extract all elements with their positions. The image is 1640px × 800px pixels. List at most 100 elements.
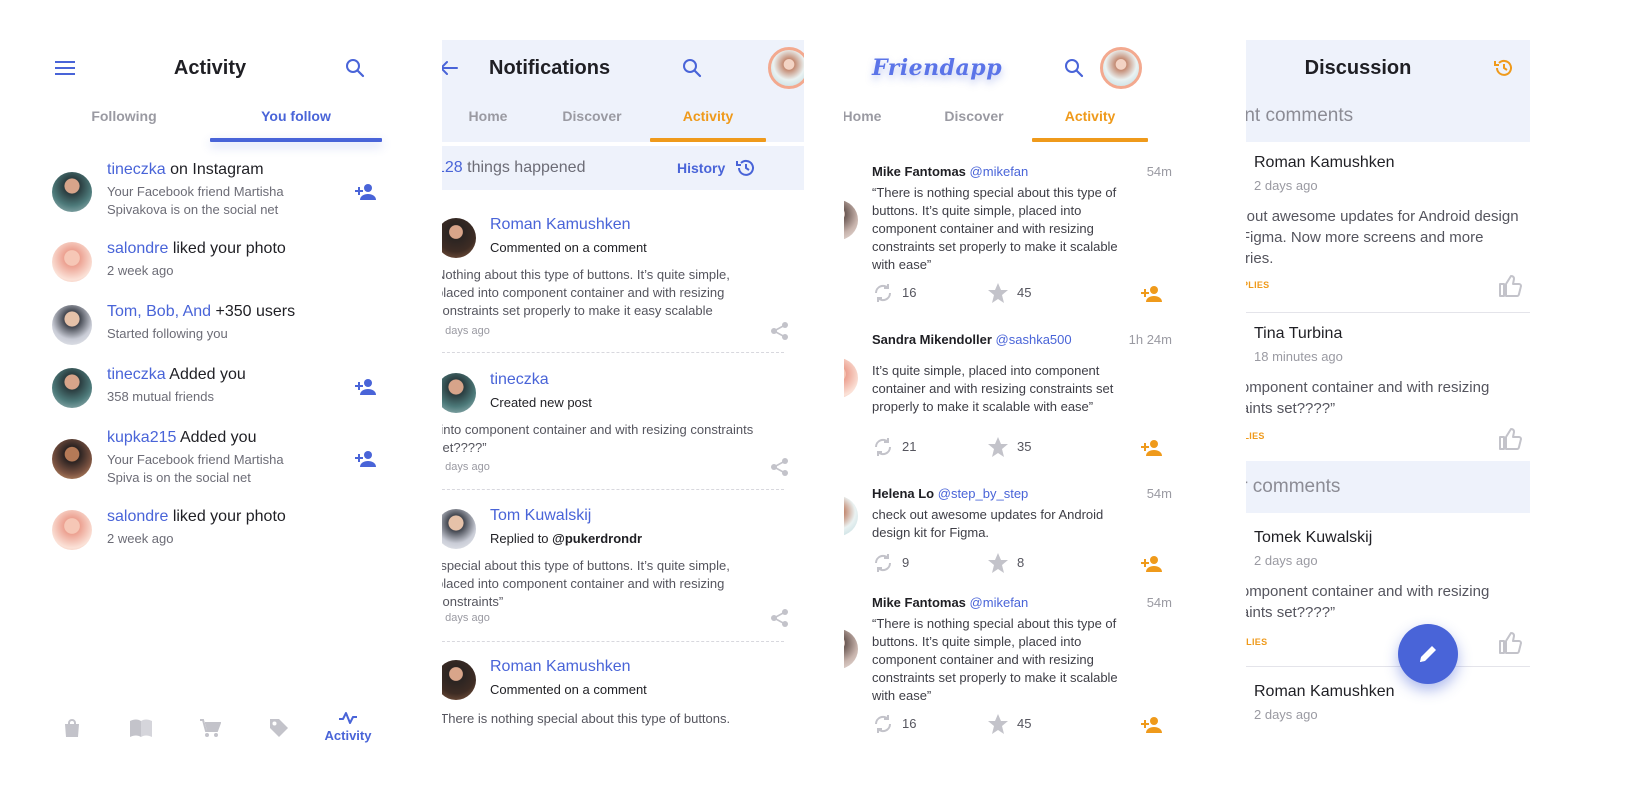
user-name[interactable]: salondre: [107, 508, 168, 525]
list-item[interactable]: tineczka on Instagram Your Facebook frie…: [52, 160, 390, 217]
author-name[interactable]: Helena Lo: [872, 486, 934, 501]
user-name[interactable]: Roman Kamushken: [490, 658, 631, 676]
author-name[interactable]: Mike Fantomas: [872, 595, 966, 610]
repost-count: 21: [902, 439, 917, 454]
star-icon[interactable]: [987, 552, 1009, 574]
tab-following[interactable]: Following: [40, 96, 208, 142]
profile-avatar[interactable]: [768, 47, 804, 89]
commenter-name[interactable]: Roman Kamushken: [1254, 683, 1395, 701]
user-name[interactable]: tineczka: [107, 366, 166, 383]
thumbs-up-icon[interactable]: [1498, 274, 1522, 298]
list-item[interactable]: kupka215 Added you Your Facebook friend …: [52, 428, 390, 485]
repost-icon[interactable]: [872, 282, 894, 304]
feed-post[interactable]: Sandra Mikendoller @sashka500 1h 24m It’…: [844, 332, 1172, 468]
author-handle[interactable]: @mikefan: [970, 164, 1029, 179]
notification-card[interactable]: Roman Kamushken Commented on a comment “…: [442, 642, 784, 768]
search-icon[interactable]: [1062, 56, 1086, 80]
tab-activity[interactable]: Activity: [650, 96, 766, 142]
notification-card[interactable]: tineczka Created new post “into componen…: [442, 353, 788, 490]
add-user-icon[interactable]: [354, 447, 378, 471]
page-title: Notifications: [489, 57, 611, 79]
replies-count[interactable]: ● 117 REPLIES: [1246, 637, 1267, 647]
activity-subtext: 358 mutual friends: [107, 389, 214, 404]
comment-card[interactable]: Roman Kamushken 2 days ago Check out awe…: [1246, 142, 1530, 313]
star-icon[interactable]: [987, 436, 1009, 458]
feed-post[interactable]: Mike Fantomas @mikefan 54m “There is not…: [844, 164, 1172, 310]
list-item[interactable]: salondre liked your photo 2 week ago: [52, 239, 390, 283]
author-handle[interactable]: @mikefan: [970, 595, 1029, 610]
star-icon[interactable]: [987, 713, 1009, 735]
replies-count[interactable]: ⊙ 96 REPLIES: [1246, 431, 1265, 442]
post-actions: 9 8: [872, 552, 1162, 576]
back-arrow-icon[interactable]: [442, 56, 460, 80]
avatar: [52, 242, 92, 282]
author-handle[interactable]: @step_by_step: [938, 486, 1029, 501]
app-bar: Activity: [40, 40, 402, 96]
section-header-other: Other comments: [1246, 461, 1530, 513]
tab-discover[interactable]: Discover: [534, 96, 650, 142]
user-name[interactable]: tineczka: [107, 161, 166, 178]
repost-icon[interactable]: [872, 436, 894, 458]
notification-card[interactable]: Roman Kamushken Commented on a comment N…: [442, 190, 788, 353]
list-item[interactable]: Tom, Bob, And +350 users Started followi…: [52, 302, 390, 346]
commenter-name[interactable]: Roman Kamushken: [1254, 154, 1395, 172]
search-icon[interactable]: [343, 56, 367, 80]
comment-time: 2 days ago: [1254, 707, 1318, 722]
add-user-icon[interactable]: [1140, 713, 1164, 737]
thumbs-up-icon[interactable]: [1498, 631, 1522, 655]
author-handle[interactable]: @sashka500: [996, 332, 1072, 347]
list-item[interactable]: salondre liked your photo 2 week ago: [52, 507, 390, 551]
tab-home[interactable]: Home: [442, 96, 534, 142]
star-icon[interactable]: [987, 282, 1009, 304]
user-name[interactable]: tineczka: [490, 371, 549, 389]
history-link[interactable]: History: [677, 146, 725, 190]
notification-action: Created new post: [490, 395, 592, 410]
repost-icon[interactable]: [872, 713, 894, 735]
history-icon[interactable]: [1492, 56, 1516, 80]
list-item[interactable]: tineczka Added you 358 mutual friends: [52, 365, 390, 409]
tab-you-follow[interactable]: You follow: [210, 96, 382, 142]
share-icon[interactable]: [770, 608, 790, 628]
replies-count[interactable]: ⊙ 117 REPLIES: [1246, 280, 1270, 291]
comment-card[interactable]: Tomek Kuwalskij 2 days ago “into compone…: [1246, 513, 1530, 667]
comment-card[interactable]: Roman Kamushken 2 days ago: [1246, 667, 1530, 768]
thumbs-up-icon[interactable]: [1498, 427, 1522, 451]
add-user-icon[interactable]: [354, 180, 378, 204]
nav-activity[interactable]: Activity: [324, 710, 372, 760]
user-name[interactable]: Roman Kamushken: [490, 216, 631, 234]
nav-shop[interactable]: [48, 710, 96, 760]
add-user-icon[interactable]: [1140, 552, 1164, 576]
app-bar: Discussion: [1246, 40, 1530, 96]
add-user-icon[interactable]: [1140, 282, 1164, 306]
share-icon[interactable]: [770, 457, 790, 477]
search-icon[interactable]: [680, 56, 704, 80]
nav-tags[interactable]: [255, 710, 303, 760]
add-user-icon[interactable]: [1140, 436, 1164, 460]
activity-subtext: 2 week ago: [107, 531, 174, 546]
tab-discover[interactable]: Discover: [916, 96, 1032, 142]
author-name[interactable]: Mike Fantomas: [872, 164, 966, 179]
nav-cart[interactable]: [186, 710, 234, 760]
feed-post[interactable]: Helena Lo @step_by_step 54m check out aw…: [844, 486, 1172, 586]
page-title: Activity: [173, 57, 247, 79]
nav-book[interactable]: [117, 710, 165, 760]
user-name[interactable]: salondre: [107, 240, 168, 257]
commenter-name[interactable]: Tina Turbina: [1254, 325, 1342, 343]
author-name[interactable]: Sandra Mikendoller: [872, 332, 992, 347]
add-user-icon[interactable]: [354, 375, 378, 399]
tab-home[interactable]: Home: [844, 96, 908, 142]
history-icon[interactable]: [736, 158, 756, 178]
tab-activity[interactable]: Activity: [1032, 96, 1148, 142]
user-name[interactable]: Tom Kuwalskij: [490, 507, 591, 525]
comment-body: Check out awesome updates for Android de…: [1246, 208, 1519, 267]
comment-card[interactable]: Tina Turbina 18 minutes ago “into compon…: [1246, 313, 1530, 461]
feed-post[interactable]: Mike Fantomas @mikefan 54m “There is not…: [844, 595, 1172, 768]
user-name[interactable]: Tom, Bob, And: [107, 303, 211, 320]
profile-avatar[interactable]: [1100, 47, 1142, 89]
repost-icon[interactable]: [872, 552, 894, 574]
share-icon[interactable]: [770, 321, 790, 341]
compose-button[interactable]: [1398, 624, 1458, 684]
notification-card[interactable]: Tom Kuwalskij Replied to @pukerdrondr “s…: [442, 490, 788, 642]
user-name[interactable]: kupka215: [107, 429, 176, 446]
commenter-name[interactable]: Tomek Kuwalskij: [1254, 529, 1372, 547]
